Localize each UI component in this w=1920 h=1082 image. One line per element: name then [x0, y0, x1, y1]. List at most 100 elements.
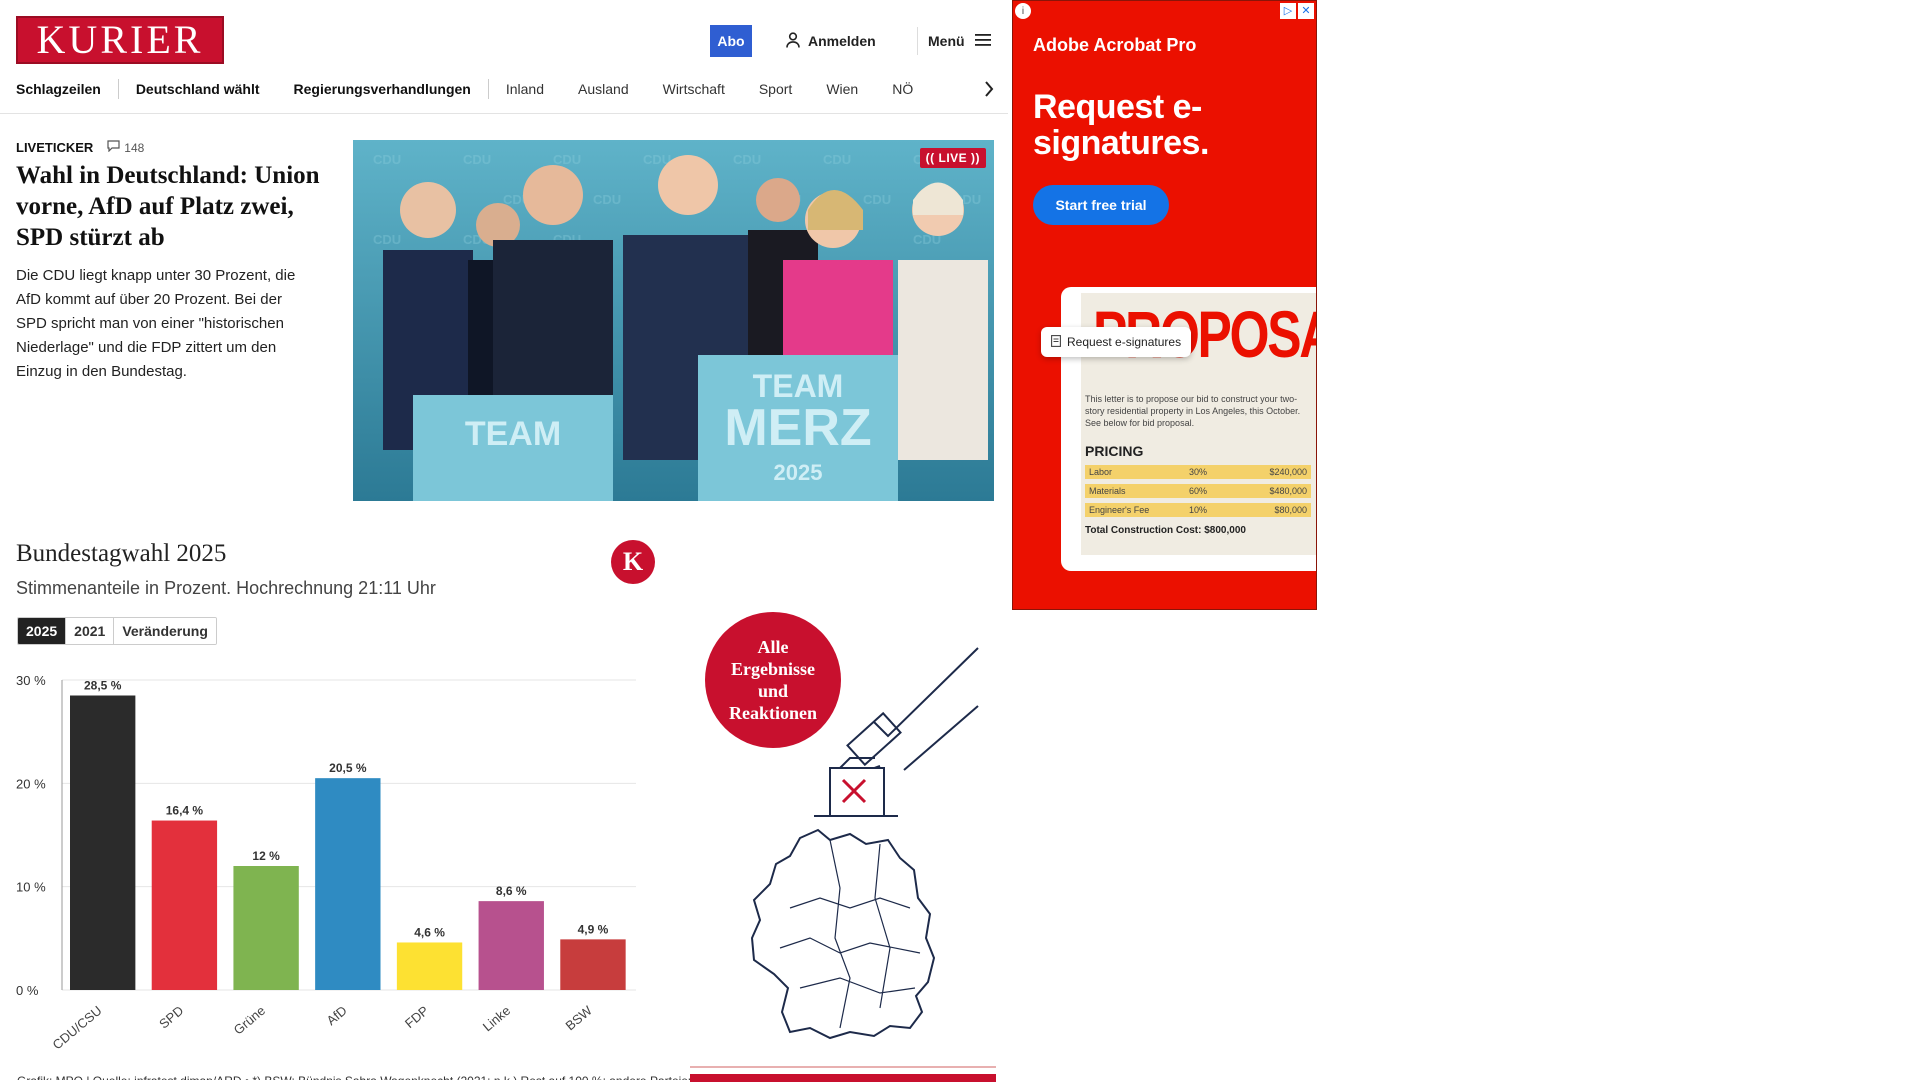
svg-text:CDU: CDU [463, 152, 491, 167]
promo-rule-thin [690, 1066, 996, 1068]
x-tick-label: AfD [324, 1003, 350, 1028]
pricing-pct: 30% [1189, 467, 1208, 477]
bar [478, 901, 544, 990]
nav-item-wien[interactable]: Wien [809, 81, 875, 97]
photo-sign-merz: MERZ [724, 399, 871, 457]
nav-item-wirtschaft[interactable]: Wirtschaft [646, 81, 742, 97]
nav-item-schlagzeilen[interactable]: Schlagzeilen [16, 81, 118, 97]
tab-2021[interactable]: 2021 [66, 618, 115, 644]
x-tick-label: Grüne [231, 1003, 268, 1038]
ad-esign-chip: Request e-signatures [1041, 327, 1192, 357]
header-divider [917, 27, 918, 55]
bar [70, 695, 136, 990]
bar [233, 866, 299, 990]
bar-value-label: 4,9 % [578, 922, 609, 936]
ad-pricing-row: Materials 60% $480,000 [1085, 484, 1311, 498]
svg-text:CDU: CDU [373, 232, 401, 247]
comment-count[interactable]: 148 [107, 140, 144, 155]
liveticker-kicker: LIVETICKER [16, 140, 94, 155]
ad-pricing-total: Total Construction Cost: $800,000 [1085, 525, 1246, 536]
live-badge: (( LIVE )) [919, 148, 986, 168]
svg-text:CDU: CDU [863, 192, 891, 207]
login-label: Anmelden [808, 33, 876, 49]
adchoices: ▷ ✕ [1280, 3, 1314, 19]
tab-2025[interactable]: 2025 [18, 618, 67, 644]
svg-text:CDU: CDU [373, 152, 401, 167]
x-tick-label: SPD [156, 1003, 186, 1032]
bar [315, 778, 381, 990]
nav-item-regierungsverhandlungen[interactable]: Regierungsverhandlungen [277, 81, 488, 97]
bar-value-label: 4,6 % [414, 925, 445, 939]
svg-text:CDU: CDU [593, 192, 621, 207]
x-tick-label: CDU/CSU [50, 1003, 105, 1053]
logo-text: KURIER [36, 17, 204, 62]
article-headline[interactable]: Wahl in Deutschland: Union vorne, AfD au… [16, 160, 336, 253]
ad-pricing-title: PRICING [1085, 443, 1144, 459]
x-tick-label: Linke [480, 1003, 513, 1034]
bar-value-label: 8,6 % [496, 884, 527, 898]
nav-item-sport[interactable]: Sport [742, 81, 809, 97]
menu-button[interactable]: Menü [928, 29, 991, 53]
tab-veraenderung[interactable]: Veränderung [114, 618, 216, 644]
ad-pricing-row: Engineer's Fee 10% $80,000 [1085, 503, 1311, 517]
article-photo[interactable]: CDU CDU CDU CDU CDU CDU CDU CDU CDU CDU CDU CDU CDU… [353, 140, 994, 501]
nav-item-inland[interactable]: Inland [489, 81, 561, 97]
photo-sign-team: TEAM [465, 415, 561, 453]
svg-text:CDU: CDU [733, 152, 761, 167]
y-tick-label: 0 % [16, 983, 39, 998]
chart-source: Grafik: MPO | Quelle: infratest dimap/AR… [17, 1074, 695, 1080]
bar-value-label: 16,4 % [166, 804, 204, 818]
pricing-amount: $480,000 [1269, 486, 1307, 496]
pricing-pct: 60% [1189, 486, 1208, 496]
ad-pricing-table: Labor 30% $240,000 Materials 60% $480,00… [1085, 465, 1311, 522]
user-icon [786, 31, 800, 51]
login-link[interactable]: Anmelden [786, 29, 876, 53]
abo-button[interactable]: Abo [710, 25, 752, 57]
bar-value-label: 20,5 % [329, 761, 367, 775]
bar [151, 820, 218, 990]
election-night-photo: CDU CDU CDU CDU CDU CDU CDU CDU CDU CDU CDU CDU CDU… [353, 140, 994, 501]
pricing-amount: $240,000 [1269, 467, 1307, 477]
menu-label: Menü [928, 33, 965, 49]
ad-doc-body: This letter is to propose our bid to con… [1085, 394, 1301, 428]
pricing-item: Labor [1089, 467, 1113, 477]
chevron-right-icon[interactable] [976, 76, 1002, 102]
ad-headline: Request e-signatures. [1033, 88, 1209, 162]
chart-subtitle: Stimmenanteile in Prozent. Hochrechnung … [16, 578, 436, 598]
comment-icon [107, 140, 120, 155]
y-tick-label: 30 % [16, 673, 46, 688]
bar-value-label: 12 % [252, 849, 280, 863]
close-icon[interactable]: ✕ [1298, 3, 1314, 19]
nav-item-noe[interactable]: NÖ [875, 81, 930, 97]
nav-item-deutschland-waehlt[interactable]: Deutschland wählt [119, 81, 277, 97]
adchoices-icon[interactable]: ▷ [1280, 3, 1296, 19]
ad-pricing-row: Labor 30% $240,000 [1085, 465, 1311, 479]
nav-item-ausland[interactable]: Ausland [561, 81, 646, 97]
hamburger-icon [974, 33, 991, 50]
ad-info-icon[interactable]: i [1015, 3, 1031, 19]
svg-text:CDU: CDU [553, 152, 581, 167]
start-trial-button[interactable]: Start free trial [1033, 185, 1169, 225]
bar [560, 939, 626, 990]
promo-rule [690, 1074, 996, 1082]
y-tick-label: 20 % [16, 776, 46, 791]
x-tick-label: BSW [563, 1002, 596, 1033]
svg-text:CDU: CDU [823, 152, 851, 167]
ad-chip-label: Request e-signatures [1067, 335, 1182, 349]
y-tick-label: 10 % [16, 880, 46, 895]
results-button[interactable]: Alle Ergebnisse und Reaktionen [705, 612, 841, 748]
section-nav: Schlagzeilen Deutschland wählt Regierung… [16, 76, 996, 102]
pricing-amount: $80,000 [1274, 505, 1307, 515]
pricing-item: Materials [1089, 486, 1126, 496]
results-promo[interactable]: Alle Ergebnisse und Reaktionen [690, 608, 996, 1082]
bar-chart: 0 % 10 % 20 % 30 % 28,5 % CDU/CSU 16,4 % SPD 12 … [16, 673, 636, 1053]
adobe-ad[interactable]: i ▷ ✕ Adobe Acrobat Pro Request e-signat… [1012, 0, 1317, 610]
bar [396, 942, 463, 990]
x-tick-label: FDP [402, 1003, 432, 1031]
pricing-pct: 10% [1189, 505, 1208, 515]
article-meta: LIVETICKER 148 [16, 140, 144, 155]
bar-value-label: 28,5 % [84, 679, 122, 693]
article-teaser[interactable]: Die CDU liegt knapp unter 30 Prozent, di… [16, 264, 316, 384]
kurier-logo[interactable]: KURIER [16, 16, 224, 64]
ad-brand: Adobe Acrobat Pro [1033, 35, 1197, 55]
